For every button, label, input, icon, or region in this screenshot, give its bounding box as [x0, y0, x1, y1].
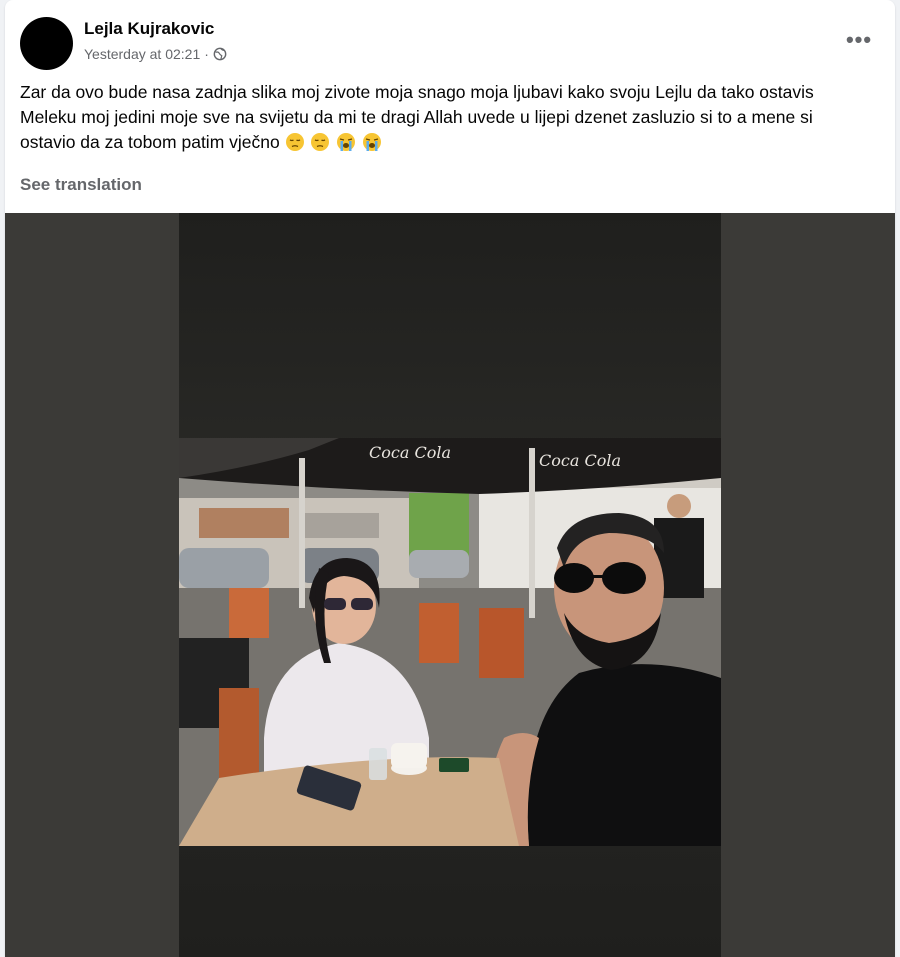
pensive-face-emoji [311, 133, 330, 151]
emoji-group [285, 132, 384, 152]
timestamp[interactable]: Yesterday at 02:21 [84, 46, 200, 62]
post-media[interactable]: Coca Cola Coca Cola [5, 213, 895, 957]
post-meta: Yesterday at 02:21 · [84, 46, 227, 62]
globe-icon [213, 47, 227, 61]
see-translation-link[interactable]: See translation [20, 175, 142, 195]
post-photo[interactable]: Coca Cola Coca Cola [179, 438, 721, 846]
meta-separator: · [204, 46, 209, 62]
loudly-crying-face-emoji [363, 133, 382, 151]
post-card: Lejla Kujrakovic Yesterday at 02:21 · ••… [5, 0, 895, 957]
svg-text:Coca Cola: Coca Cola [369, 443, 451, 462]
avatar[interactable] [20, 17, 73, 70]
loudly-crying-face-emoji [337, 133, 356, 151]
pensive-face-emoji [285, 133, 304, 151]
svg-text:Coca Cola: Coca Cola [539, 451, 621, 470]
author-name[interactable]: Lejla Kujrakovic [84, 19, 214, 39]
post-body: Zar da ovo bude nasa zadnja slika moj zi… [20, 82, 814, 152]
post-text: Zar da ovo bude nasa zadnja slika moj zi… [20, 80, 870, 155]
more-options-icon[interactable]: ••• [841, 24, 877, 56]
